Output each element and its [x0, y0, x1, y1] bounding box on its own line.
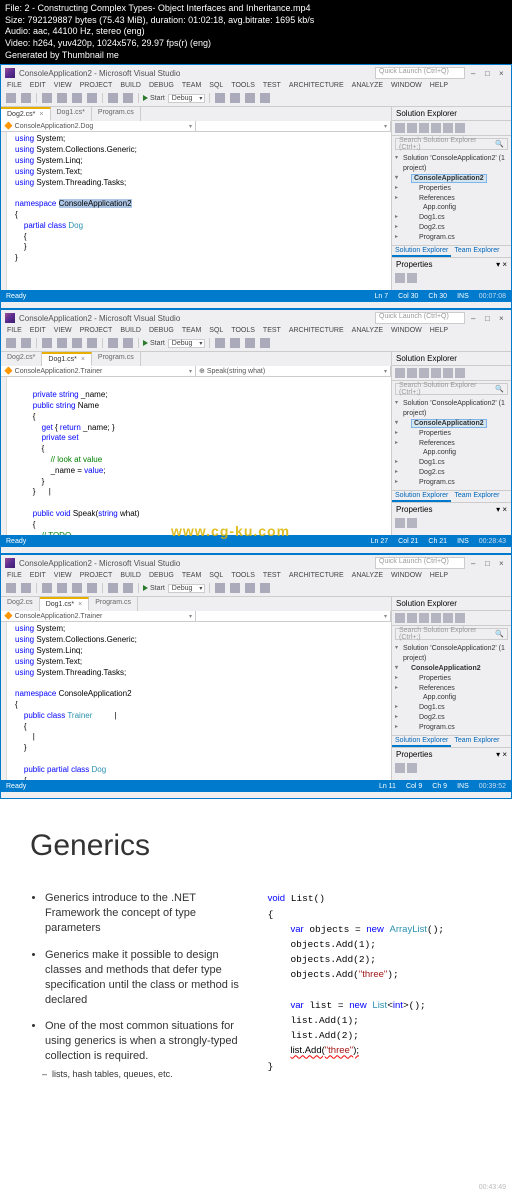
se-title: Solution Explorer	[396, 109, 457, 118]
showall-icon[interactable]	[455, 123, 465, 133]
code-editor[interactable]: using System; using System.Collections.G…	[1, 132, 391, 290]
maximize-icon[interactable]: □	[485, 69, 493, 77]
tab-program[interactable]: Program.cs	[92, 107, 141, 121]
home-icon[interactable]	[395, 123, 405, 133]
editor-tabs[interactable]: Dog2.cs* Dog1.cs*× Program.cs	[1, 352, 391, 366]
minimize-icon[interactable]: –	[471, 314, 479, 322]
slide-generics: Generics Generics introduce to the .NET …	[0, 799, 512, 1194]
saveall-icon[interactable]	[87, 93, 97, 103]
misc-icon[interactable]	[260, 93, 270, 103]
navigation-bar[interactable]: 🔶 ConsoleApplication2.Trainer	[1, 611, 391, 622]
titlebar[interactable]: ConsoleApplication2 - Microsoft Visual S…	[1, 65, 511, 81]
collapse-icon[interactable]	[419, 123, 429, 133]
navigation-bar[interactable]: 🔶 ConsoleApplication2.Dog	[1, 121, 391, 132]
solution-explorer-pane[interactable]: Solution Explorer Search Solution Explor…	[391, 107, 511, 290]
maximize-icon[interactable]: □	[485, 314, 493, 322]
code-editor[interactable]: private string _name; public string Name…	[1, 377, 391, 535]
minimize-icon[interactable]: –	[471, 69, 479, 77]
titlebar[interactable]: ConsoleApplication2 - Microsoft Visual S…	[1, 555, 511, 571]
se-search-input[interactable]: Search Solution Explorer (Ctrl+;)🔍	[395, 138, 508, 150]
toolbar[interactable]: Start Debug	[1, 90, 511, 107]
refresh-icon[interactable]	[407, 123, 417, 133]
new-icon[interactable]	[42, 93, 52, 103]
quick-launch-input[interactable]: Quick Launch (Ctrl+Q)	[375, 557, 465, 569]
vs-logo-icon	[5, 313, 15, 323]
editor-tabs[interactable]: Dog2.cs*× Dog1.cs* Program.cs	[1, 107, 391, 121]
search-icon[interactable]: 🔍	[495, 140, 504, 148]
vs-window-2: ConsoleApplication2 - Microsoft Visual S…	[0, 309, 512, 554]
nav-type-combo[interactable]: 🔶 ConsoleApplication2.Dog	[1, 121, 196, 131]
slide-code: void List() { var objects = new ArrayLis…	[268, 891, 487, 1092]
menubar[interactable]: FILEEDITVIEWPROJECTBUILDDEBUGTEAMSQLTOOL…	[1, 326, 511, 335]
code-editor[interactable]: using System; using System.Collections.G…	[1, 622, 391, 780]
tab-dog2[interactable]: Dog2.cs*×	[1, 107, 51, 121]
save-icon[interactable]	[72, 93, 82, 103]
az-icon[interactable]	[407, 273, 417, 283]
vs-logo-icon	[5, 68, 15, 78]
minimize-icon[interactable]: –	[471, 559, 479, 567]
window-title: ConsoleApplication2 - Microsoft Visual S…	[19, 69, 375, 78]
config-combo[interactable]: Debug	[168, 94, 206, 103]
close-icon[interactable]: ×	[499, 69, 507, 77]
maximize-icon[interactable]: □	[485, 559, 493, 567]
slide-bullets: Generics introduce to the .NET Framework…	[30, 891, 248, 1092]
redo-icon[interactable]	[123, 93, 133, 103]
cat-icon[interactable]	[395, 273, 405, 283]
misc-icon[interactable]	[215, 93, 225, 103]
close-icon[interactable]: ×	[499, 314, 507, 322]
editor-tabs[interactable]: Dog2.cs Dog1.cs*× Program.cs	[1, 597, 391, 611]
properties-icon[interactable]	[443, 123, 453, 133]
titlebar[interactable]: ConsoleApplication2 - Microsoft Visual S…	[1, 310, 511, 326]
tab-close-icon[interactable]: ×	[39, 111, 43, 118]
file-metadata: File: 2 - Constructing Complex Types- Ob…	[0, 0, 512, 64]
start-button[interactable]: Start	[143, 92, 165, 104]
vs-logo-icon	[5, 558, 15, 568]
toolbar[interactable]: Start Debug	[1, 580, 511, 597]
vs-window-3: ConsoleApplication2 - Microsoft Visual S…	[0, 554, 512, 799]
close-icon[interactable]: ×	[499, 559, 507, 567]
misc-icon[interactable]	[230, 93, 240, 103]
quick-launch-input[interactable]: Quick Launch (Ctrl+Q)	[375, 312, 465, 324]
undo-icon[interactable]	[108, 93, 118, 103]
nav-member-combo[interactable]	[196, 121, 391, 131]
navigation-bar[interactable]: 🔶 ConsoleApplication2.Trainer ⊕ Speak(st…	[1, 366, 391, 377]
menubar[interactable]: FILEEDITVIEWPROJECTBUILDDEBUGTEAMSQLTOOL…	[1, 81, 511, 90]
watermark: www.cg-ku.com	[171, 523, 290, 539]
forward-icon[interactable]	[21, 93, 31, 103]
properties-pane[interactable]: Properties▾ ×	[392, 257, 511, 311]
vs-window-1: ConsoleApplication2 - Microsoft Visual S…	[0, 64, 512, 309]
toolbar[interactable]: Start Debug	[1, 335, 511, 352]
slide-title: Generics	[30, 829, 487, 863]
tab-dog1[interactable]: Dog1.cs*	[51, 107, 92, 121]
se-toolbar[interactable]	[392, 121, 511, 136]
slide-timestamp: 00:43:49	[479, 1184, 506, 1191]
misc-icon[interactable]	[245, 93, 255, 103]
sync-icon[interactable]	[431, 123, 441, 133]
quick-launch-input[interactable]: Quick Launch (Ctrl+Q)	[375, 67, 465, 79]
solution-explorer-pane[interactable]: Solution Explorer Search Solution Explor…	[391, 597, 511, 780]
back-icon[interactable]	[6, 93, 16, 103]
solution-tree[interactable]: Solution 'ConsoleApplication2' (1 projec…	[392, 152, 511, 244]
solution-explorer-pane[interactable]: Solution Explorer Search Solution Explor…	[391, 352, 511, 535]
open-icon[interactable]	[57, 93, 67, 103]
menubar[interactable]: FILEEDITVIEWPROJECTBUILDDEBUGTEAMSQLTOOL…	[1, 571, 511, 580]
